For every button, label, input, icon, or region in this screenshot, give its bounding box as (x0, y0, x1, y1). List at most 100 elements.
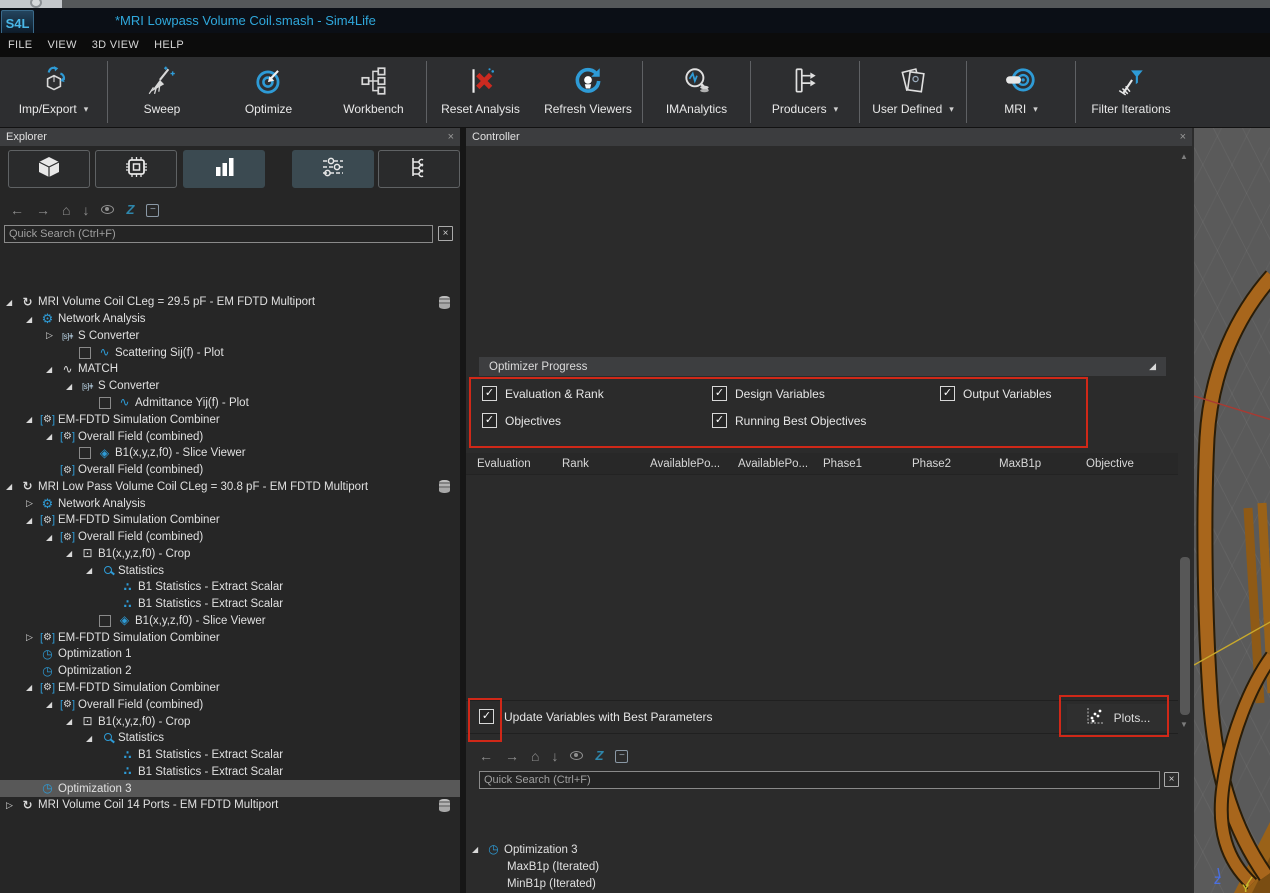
plots-button[interactable]: Plots... (1067, 704, 1167, 731)
expander-icon[interactable]: ◢ (46, 432, 59, 441)
column-header-evaluation-0[interactable]: Evaluation (466, 458, 551, 470)
clear-search-icon[interactable]: × (1164, 772, 1179, 787)
z-iterations-icon[interactable]: Z (126, 201, 134, 219)
column-header-availablepo-3[interactable]: AvailablePo... (727, 458, 812, 470)
expander-icon[interactable]: ◢ (46, 533, 59, 542)
display-checkbox-objectives[interactable]: ✓Objectives (482, 413, 712, 428)
expander-icon[interactable]: ◢ (66, 549, 79, 558)
tree-row-b1-x-y-z-f0-crop[interactable]: ◢⊡B1(x,y,z,f0) - Crop (0, 545, 460, 562)
tree-row-s-converter[interactable]: ▷[s]ǂS Converter (0, 328, 460, 345)
clear-search-icon[interactable]: × (438, 226, 453, 241)
expander-icon[interactable]: ◢ (6, 298, 19, 307)
menu-item-3d-view[interactable]: 3D VIEW (92, 39, 139, 51)
dropdown-arrow-icon[interactable]: ▾ (949, 104, 954, 115)
tree-row-overall-field-combined[interactable]: ◢⚙Overall Field (combined) (0, 696, 460, 713)
toolbar-button-imp-export[interactable]: Imp/Export▾ (0, 57, 107, 127)
tree-row-em-fdtd-simulation-combiner[interactable]: ▷⚙EM-FDTD Simulation Combiner (0, 629, 460, 646)
scroll-down-icon[interactable]: ▼ (1180, 720, 1188, 729)
tree-row-network-analysis[interactable]: ▷⚙Network Analysis (0, 495, 460, 512)
search-input[interactable] (4, 225, 433, 243)
visibility-checkbox[interactable] (79, 447, 91, 459)
expander-icon[interactable]: ◢ (6, 482, 19, 491)
toolbar-button-sweep[interactable]: Sweep (108, 57, 216, 127)
toolbar-button-mri[interactable]: MRI▾ (967, 57, 1075, 127)
expander-icon[interactable]: ◢ (86, 734, 99, 743)
toolbar-button-producers[interactable]: Producers▾ (751, 57, 859, 127)
display-checkbox-output-variables[interactable]: ✓Output Variables (940, 386, 1082, 401)
close-icon[interactable]: × (448, 131, 454, 143)
home-icon[interactable]: ⌂ (531, 749, 539, 763)
expander-icon[interactable]: ▷ (26, 632, 39, 643)
column-header-maxb1p-6[interactable]: MaxB1p (988, 458, 1075, 470)
visibility-checkbox[interactable] (99, 615, 111, 627)
toolbar-button-optimize[interactable]: Optimize (216, 57, 321, 127)
toolbar-button-refresh-viewers[interactable]: Refresh Viewers (534, 57, 642, 127)
tree-row-em-fdtd-simulation-combiner[interactable]: ◢⚙EM-FDTD Simulation Combiner (0, 411, 460, 428)
toolbar-button-filter-iterations[interactable]: Filter Iterations (1076, 57, 1186, 127)
dropdown-arrow-icon[interactable]: ▾ (84, 104, 89, 115)
display-checkbox-running-best-objectives[interactable]: ✓Running Best Objectives (712, 413, 940, 428)
expander-icon[interactable]: ◢ (46, 700, 59, 709)
expander-icon[interactable]: ▷ (46, 330, 59, 341)
tree-row-optimization-3[interactable]: ◢◷Optimization 3 (466, 841, 1192, 858)
checkbox[interactable]: ✓ (712, 386, 727, 401)
checkbox[interactable]: ✓ (482, 413, 497, 428)
tree-row-em-fdtd-simulation-combiner[interactable]: ◢⚙EM-FDTD Simulation Combiner (0, 512, 460, 529)
expander-icon[interactable]: ◢ (66, 717, 79, 726)
visibility-checkbox[interactable] (99, 397, 111, 409)
back-icon[interactable]: ← (479, 749, 493, 763)
column-header-phase1-4[interactable]: Phase1 (812, 458, 901, 470)
tree-row-match[interactable]: ◢∿MATCH (0, 361, 460, 378)
forward-icon[interactable]: → (36, 203, 50, 217)
expander-icon[interactable]: ◢ (66, 382, 79, 391)
tree-row-b1-x-y-z-f0-crop[interactable]: ◢⊡B1(x,y,z,f0) - Crop (0, 713, 460, 730)
collapse-all-icon[interactable]: − (146, 204, 159, 217)
tab-simulation[interactable] (95, 150, 177, 188)
expander-icon[interactable]: ◢ (472, 845, 485, 854)
eye-icon[interactable] (570, 747, 583, 765)
expander-icon[interactable]: ◢ (86, 566, 99, 575)
column-header-objective-7[interactable]: Objective (1075, 458, 1165, 470)
scroll-up-icon[interactable]: ▲ (1180, 152, 1188, 161)
tree-row-optimization-1[interactable]: ◷Optimization 1 (0, 646, 460, 663)
home-icon[interactable]: ⌂ (62, 203, 70, 217)
tree-row-s-converter[interactable]: ◢[s]ǂS Converter (0, 378, 460, 395)
dropdown-arrow-icon[interactable]: ▾ (834, 104, 839, 115)
expander-icon[interactable]: ◢ (26, 683, 39, 692)
scrollbar-thumb[interactable] (1180, 557, 1190, 715)
column-header-availablepo-2[interactable]: AvailablePo... (639, 458, 727, 470)
toolbar-button-imanalytics[interactable]: IMAnalytics (643, 57, 750, 127)
menu-item-file[interactable]: FILE (8, 39, 32, 51)
tab-model[interactable] (8, 150, 90, 188)
tree-row-b1-x-y-z-f0-slice-viewer[interactable]: ◈B1(x,y,z,f0) - Slice Viewer (0, 613, 460, 630)
tab-controller[interactable] (292, 150, 374, 188)
tree-row-b1-x-y-z-f0-slice-viewer[interactable]: ◈B1(x,y,z,f0) - Slice Viewer (0, 445, 460, 462)
tree-row-b1-statistics-extract-scalar[interactable]: ∴B1 Statistics - Extract Scalar (0, 596, 460, 613)
tree-row-mri-volume-coil-cleg-29-5-pf-em-fdtd-multiport[interactable]: ◢↻MRI Volume Coil CLeg = 29.5 pF - EM FD… (0, 294, 460, 311)
tree-row-statistics[interactable]: ◢Statistics (0, 730, 460, 747)
eye-icon[interactable] (101, 201, 114, 219)
down-arrow-icon[interactable]: ↓ (82, 203, 89, 217)
visibility-checkbox[interactable] (79, 347, 91, 359)
tree-row-scattering-sij-f-plot[interactable]: ∿Scattering Sij(f) - Plot (0, 344, 460, 361)
search-input[interactable] (479, 771, 1160, 789)
tab-analysis[interactable] (183, 150, 265, 188)
tree-row-overall-field-combined[interactable]: ◢⚙Overall Field (combined) (0, 529, 460, 546)
menu-item-help[interactable]: HELP (154, 39, 184, 51)
menu-item-view[interactable]: VIEW (47, 39, 76, 51)
expander-icon[interactable]: ▷ (6, 800, 19, 811)
display-checkbox-evaluation-rank[interactable]: ✓Evaluation & Rank (482, 386, 712, 401)
toolbar-button-reset-analysis[interactable]: Reset Analysis (427, 57, 534, 127)
checkbox[interactable]: ✓ (940, 386, 955, 401)
tree-row-mri-low-pass-volume-coil-cleg-30-8-pf-em-fdtd-multiport[interactable]: ◢↻MRI Low Pass Volume Coil CLeg = 30.8 p… (0, 478, 460, 495)
toolbar-button-user-defined[interactable]: User Defined▾ (860, 57, 966, 127)
tree-row-b1-statistics-extract-scalar[interactable]: ∴B1 Statistics - Extract Scalar (0, 747, 460, 764)
tree-row-optimization-3[interactable]: ◷Optimization 3 (0, 780, 460, 797)
tree-row-mri-volume-coil-14-ports-em-fdtd-multiport[interactable]: ▷↻MRI Volume Coil 14 Ports - EM FDTD Mul… (0, 797, 460, 814)
expander-icon[interactable]: ◢ (46, 365, 59, 374)
toolbar-button-workbench[interactable]: Workbench (321, 57, 426, 127)
tree-row-overall-field-combined[interactable]: ◢⚙Overall Field (combined) (0, 428, 460, 445)
dropdown-arrow-icon[interactable]: ▾ (1033, 104, 1038, 115)
expander-icon[interactable]: ▷ (26, 498, 39, 509)
tree-row-b1-statistics-extract-scalar[interactable]: ∴B1 Statistics - Extract Scalar (0, 579, 460, 596)
